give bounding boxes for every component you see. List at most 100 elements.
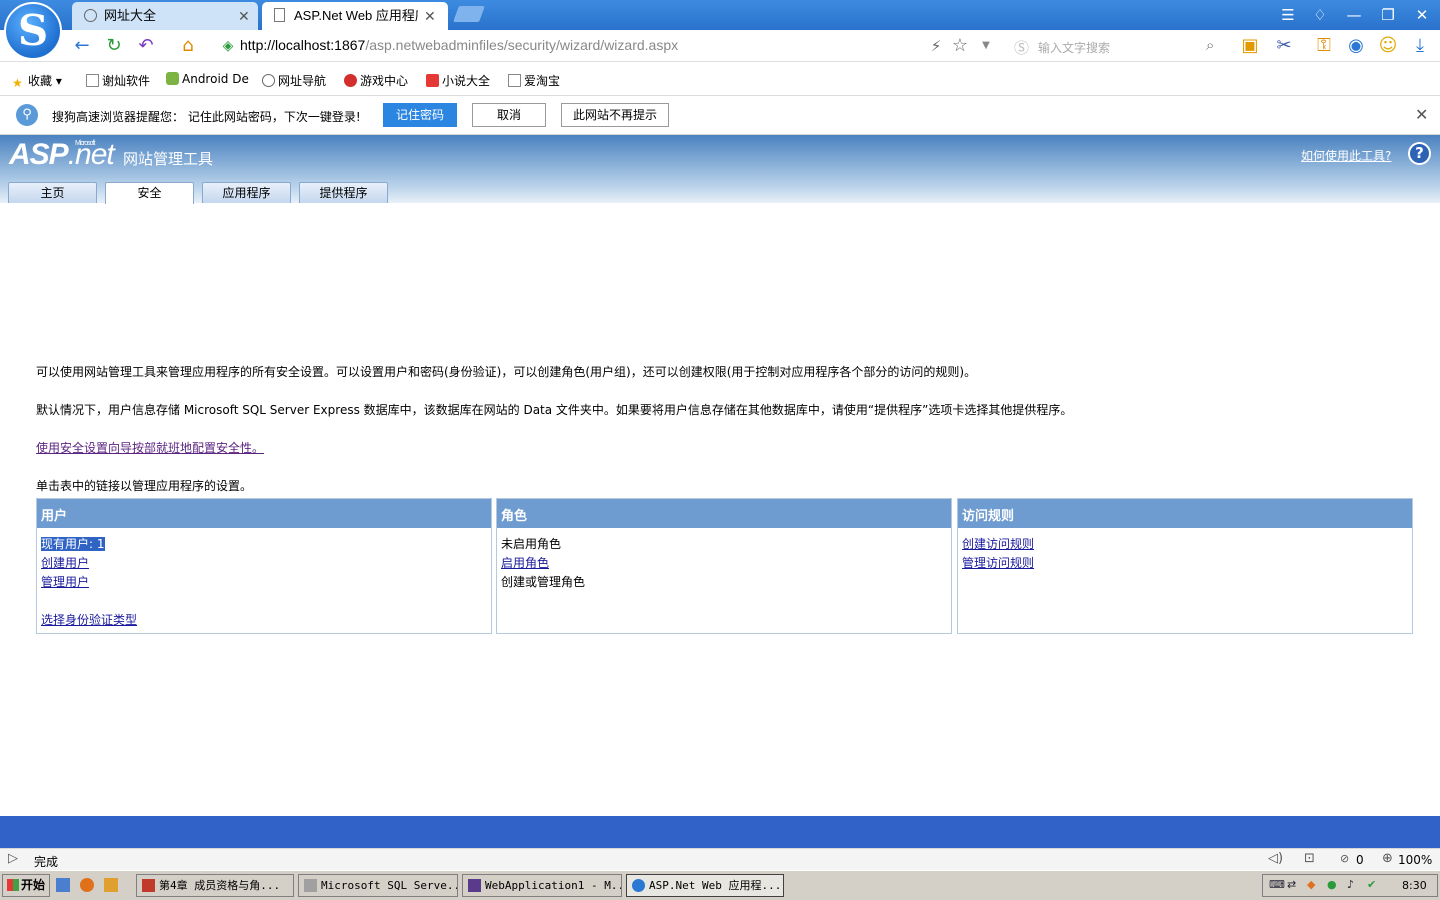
app-title: 网站管理工具 <box>123 150 214 168</box>
globe-icon <box>262 74 275 87</box>
security-wizard-link[interactable]: 使用安全设置向导按部就班地配置安全性。 <box>36 439 264 456</box>
chevron-down-icon[interactable]: ▼ <box>976 36 996 56</box>
create-access-rules-link[interactable]: 创建访问规则 <box>962 535 1034 552</box>
close-tab-icon[interactable]: ✕ <box>424 2 436 30</box>
page-icon <box>508 74 521 87</box>
close-window-icon[interactable]: ✕ <box>1410 4 1434 26</box>
globe-icon <box>84 9 97 22</box>
star-icon[interactable]: ☆ <box>950 36 970 56</box>
minimize-icon[interactable]: — <box>1342 4 1366 26</box>
asp-net-header: ASP.net Microsoft 网站管理工具 如何使用此工具? ? 主页 安… <box>0 135 1440 204</box>
taskbar-item-visual-studio[interactable]: WebApplication1 - M... <box>462 874 622 897</box>
browser-tab-asp-net[interactable]: ASP.Net Web 应用程序 ✕ <box>262 2 448 30</box>
password-notification-bar: ⚲ 搜狗高速浏览器提醒您： 记住此网站密码，下次一键登录! 记住密码 取消 此网… <box>0 96 1440 135</box>
more-icon[interactable]: ☺ <box>1378 36 1398 56</box>
search-icon[interactable]: ⌕ <box>1206 36 1214 54</box>
access-rules-panel: 访问规则 创建访问规则 管理访问规则 <box>957 498 1413 634</box>
ad-block-icon[interactable]: ⊘ <box>1340 852 1349 865</box>
create-manage-roles-text: 创建或管理角色 <box>501 575 586 589</box>
bookmark-item[interactable]: Android De <box>166 72 249 86</box>
bookmark-item[interactable]: 小说大全 <box>426 72 490 89</box>
tray-app-icon[interactable]: ◆ <box>1307 878 1315 891</box>
start-button[interactable]: 开始 <box>2 874 50 897</box>
screenshot-icon[interactable]: ⊡ <box>1304 851 1315 866</box>
tab-security[interactable]: 安全 <box>105 182 194 204</box>
page-icon <box>86 74 99 87</box>
new-tab-button[interactable] <box>453 6 485 22</box>
sogou-browser-logo-icon[interactable]: S <box>4 2 62 60</box>
users-panel-header: 用户 <box>37 499 491 528</box>
input-method-icon[interactable]: ⌨ <box>1269 878 1285 891</box>
scissors-icon[interactable]: ✂ <box>1274 36 1294 56</box>
browser-tab-nav-sites[interactable]: 网址大全 ✕ <box>72 2 258 30</box>
create-user-link[interactable]: 创建用户 <box>41 554 89 571</box>
ie-icon[interactable] <box>56 878 70 892</box>
existing-users-link[interactable]: 现有用户: 1 <box>41 537 105 551</box>
key-icon: ⚲ <box>16 104 38 126</box>
tab-application[interactable]: 应用程序 <box>202 182 291 203</box>
enable-roles-link[interactable]: 启用角色 <box>501 554 549 571</box>
download-icon[interactable]: ⤓ <box>1410 36 1430 56</box>
skin-icon[interactable]: ♢ <box>1308 4 1332 26</box>
help-icon[interactable]: ? <box>1408 142 1431 165</box>
close-tab-icon[interactable]: ✕ <box>238 2 250 30</box>
roles-panel-header: 角色 <box>497 499 951 528</box>
restore-icon[interactable]: ❐ <box>1376 4 1400 26</box>
clock: 8:30 <box>1402 879 1427 892</box>
remember-password-button[interactable]: 记住密码 <box>383 103 457 127</box>
menu-icon[interactable]: ☰ <box>1276 4 1300 26</box>
tab-provider[interactable]: 提供程序 <box>299 182 388 203</box>
cancel-button[interactable]: 取消 <box>472 103 546 127</box>
how-to-link[interactable]: 如何使用此工具? <box>1301 147 1391 164</box>
volume-icon[interactable]: ◁) <box>1268 851 1283 866</box>
zoom-level[interactable]: 100% <box>1398 853 1432 867</box>
refresh-icon[interactable]: ↻ <box>104 36 124 56</box>
speaker-icon[interactable]: ♪ <box>1347 878 1354 891</box>
sogou-search-icon: Ⓢ <box>1014 39 1030 57</box>
never-remind-button[interactable]: 此网站不再提示 <box>561 103 669 127</box>
manage-users-link[interactable]: 管理用户 <box>41 573 89 590</box>
windows-taskbar: 开始 第4章 成员资格与角... Microsoft SQL Serve... … <box>0 870 1440 900</box>
bookmark-item[interactable]: 爱淘宝 <box>508 72 560 89</box>
url-path: /asp.netwebadminfiles/security/wizard/wi… <box>365 37 679 53</box>
asp-net-logo: ASP.net Microsoft <box>9 138 115 171</box>
page-icon <box>274 8 285 22</box>
play-icon[interactable]: ▷ <box>8 851 18 866</box>
bookmark-item[interactable]: 网址导航 <box>262 72 326 89</box>
bookmark-favorites[interactable]: ★ 收藏 ▾ <box>12 72 62 90</box>
tray-app-icon[interactable]: ● <box>1327 878 1337 891</box>
android-icon <box>166 72 179 85</box>
search-input[interactable]: 输入文字搜索 <box>1038 39 1110 56</box>
navigation-bar: ← ↻ ↶ ⌂ ◈ http://localhost:1867/asp.netw… <box>0 30 1440 62</box>
extension-icon[interactable]: ▣ <box>1240 36 1260 56</box>
secure-shield-icon: ◈ <box>222 38 234 54</box>
security-icon[interactable]: ✔ <box>1367 878 1376 891</box>
taskbar-item-sql-server[interactable]: Microsoft SQL Serve... <box>298 874 458 897</box>
address-bar[interactable]: http://localhost:1867/asp.netwebadminfil… <box>240 37 678 53</box>
folder-icon[interactable] <box>104 878 118 892</box>
access-rules-panel-header: 访问规则 <box>958 499 1412 528</box>
search-box[interactable]: Ⓢ 输入文字搜索 ⌕ <box>1010 34 1226 58</box>
firefox-icon[interactable] <box>80 878 94 892</box>
key-icon[interactable]: ⚿ <box>1314 36 1334 56</box>
taskbar-item-powerpoint[interactable]: 第4章 成员资格与角... <box>136 874 294 897</box>
bookmark-item[interactable]: 谢灿软件 <box>86 72 150 89</box>
tab-home[interactable]: 主页 <box>8 182 97 203</box>
close-icon[interactable]: ✕ <box>1415 105 1428 124</box>
taskbar-item-browser[interactable]: ASP.Net Web 应用程... <box>626 874 784 897</box>
zoom-icon[interactable]: ⊕ <box>1382 851 1393 866</box>
lightning-icon[interactable]: ⚡ <box>926 36 946 56</box>
undo-icon[interactable]: ↶ <box>136 36 156 56</box>
bookmark-item[interactable]: 游戏中心 <box>344 72 408 89</box>
zoom-icon[interactable]: ◉ <box>1346 36 1366 56</box>
back-icon[interactable]: ← <box>72 36 92 56</box>
select-auth-type-link[interactable]: 选择身份验证类型 <box>41 611 137 628</box>
tab-title: ASP.Net Web 应用程序 <box>294 8 418 23</box>
ad-block-count: 0 <box>1356 853 1364 867</box>
home-icon[interactable]: ⌂ <box>178 36 198 56</box>
page-footer-band <box>0 816 1440 848</box>
status-bar: ▷ 完成 ◁) ⊡ ⊘ 0 ⊕ 100% <box>0 848 1440 870</box>
manage-access-rules-link[interactable]: 管理访问规则 <box>962 554 1034 571</box>
windows-logo-icon <box>7 879 19 891</box>
network-icon[interactable]: ⇄ <box>1287 878 1296 891</box>
